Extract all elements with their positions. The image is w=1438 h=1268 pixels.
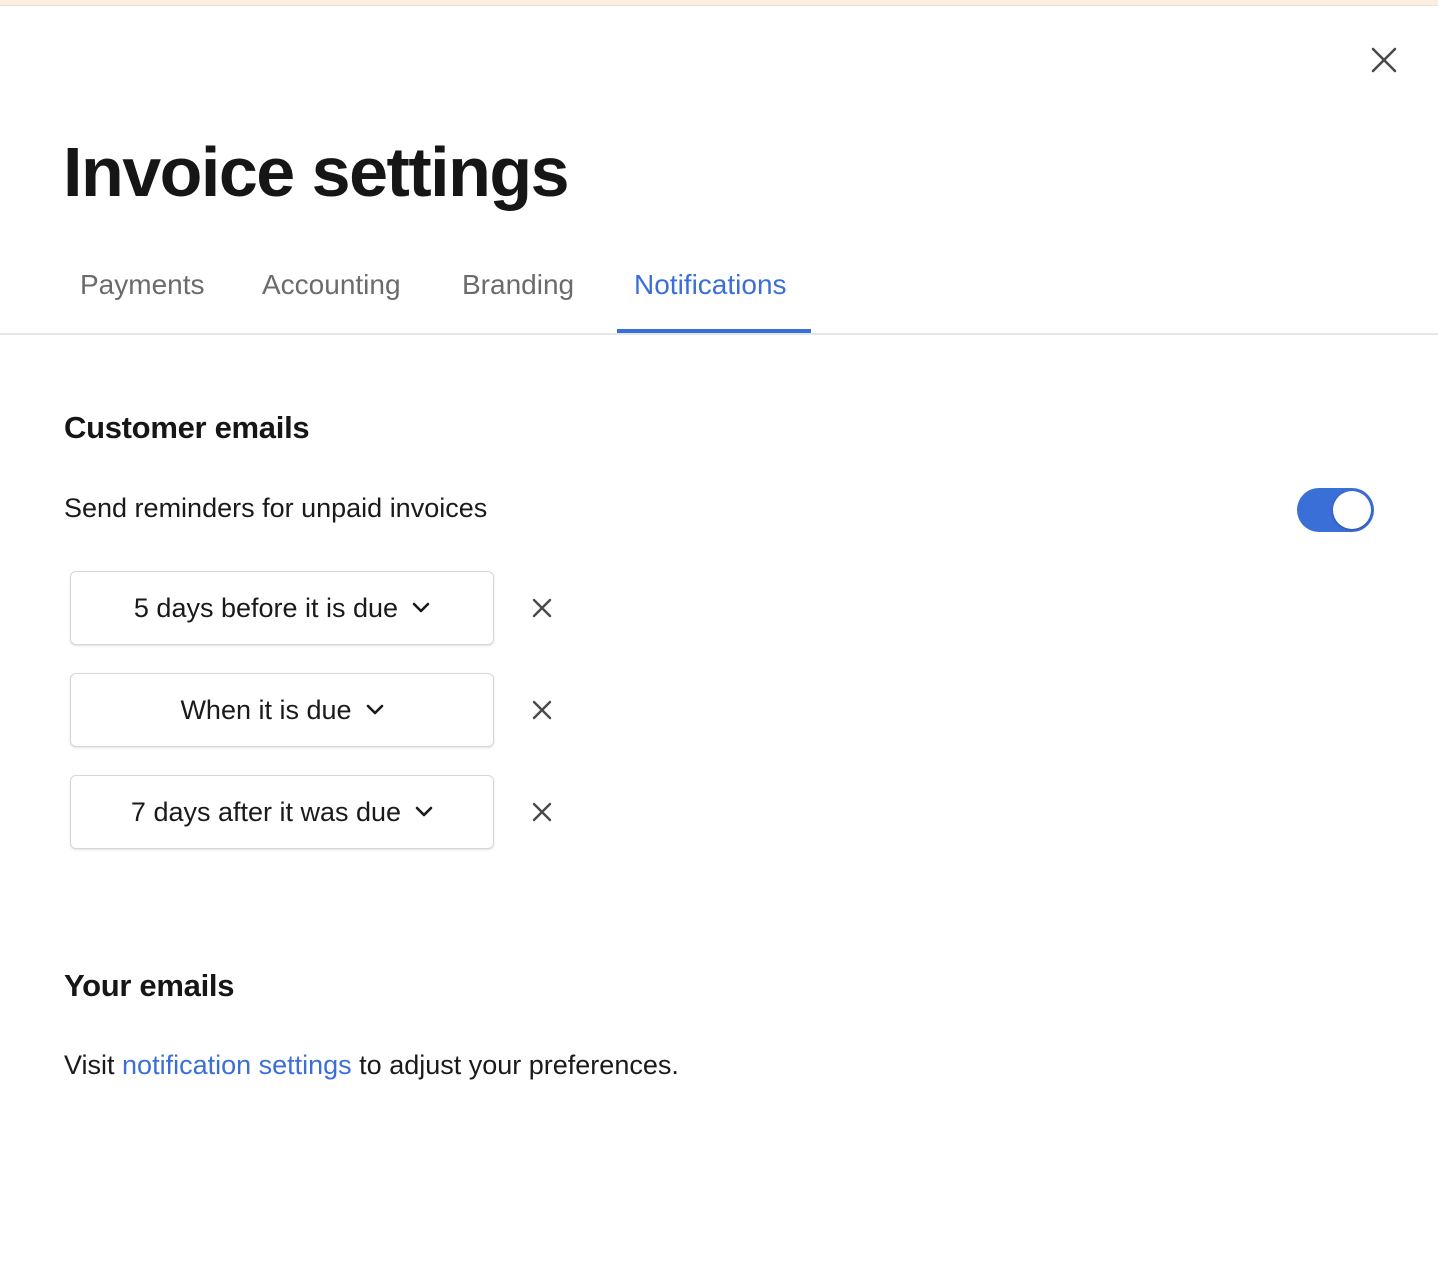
chevron-down-icon [412,602,430,614]
reminder-timing-select[interactable]: 5 days before it is due [70,571,494,645]
tab-accounting[interactable]: Accounting [262,258,401,333]
close-icon [1371,47,1397,73]
reminder-timing-value: 5 days before it is due [133,592,399,623]
close-icon [532,598,552,618]
reminder-timing-select[interactable]: When it is due [70,673,494,747]
page-title: Invoice settings [63,133,570,211]
send-reminders-toggle[interactable] [1297,488,1374,532]
notification-settings-link[interactable]: notification settings [122,1050,352,1080]
chevron-down-icon [415,806,433,818]
tab-bar: Payments Accounting Branding Notificatio… [0,258,1438,335]
active-tab-indicator [617,329,811,333]
reminder-rule-row: 5 days before it is due [70,571,570,645]
remove-reminder-button[interactable] [522,588,562,628]
reminder-timing-select[interactable]: 7 days after it was due [70,775,494,849]
your-emails-heading: Your emails [64,968,235,1003]
tab-payments[interactable]: Payments [80,258,205,333]
reminder-timing-value: 7 days after it was due [130,796,402,827]
invoice-settings-panel: Invoice settings Payments Accounting Bra… [0,0,1438,1268]
tab-branding[interactable]: Branding [462,258,574,333]
close-button[interactable] [1362,38,1406,82]
top-border-strip [0,0,1438,6]
remove-reminder-button[interactable] [522,690,562,730]
hint-text-after: to adjust your preferences. [351,1050,679,1080]
close-icon [532,700,552,720]
customer-emails-heading: Customer emails [64,410,310,445]
hint-text-before: Visit [64,1050,123,1080]
remove-reminder-button[interactable] [522,792,562,832]
tab-notifications[interactable]: Notifications [634,258,787,333]
reminder-rule-row: When it is due [70,673,570,747]
chevron-down-icon [366,704,384,716]
reminder-rule-row: 7 days after it was due [70,775,570,849]
send-reminders-label: Send reminders for unpaid invoices [64,493,488,523]
reminder-timing-value: When it is due [180,694,352,725]
notification-settings-hint: Visit notification settings to adjust yo… [64,1050,679,1081]
close-icon [532,802,552,822]
toggle-knob [1333,491,1371,529]
